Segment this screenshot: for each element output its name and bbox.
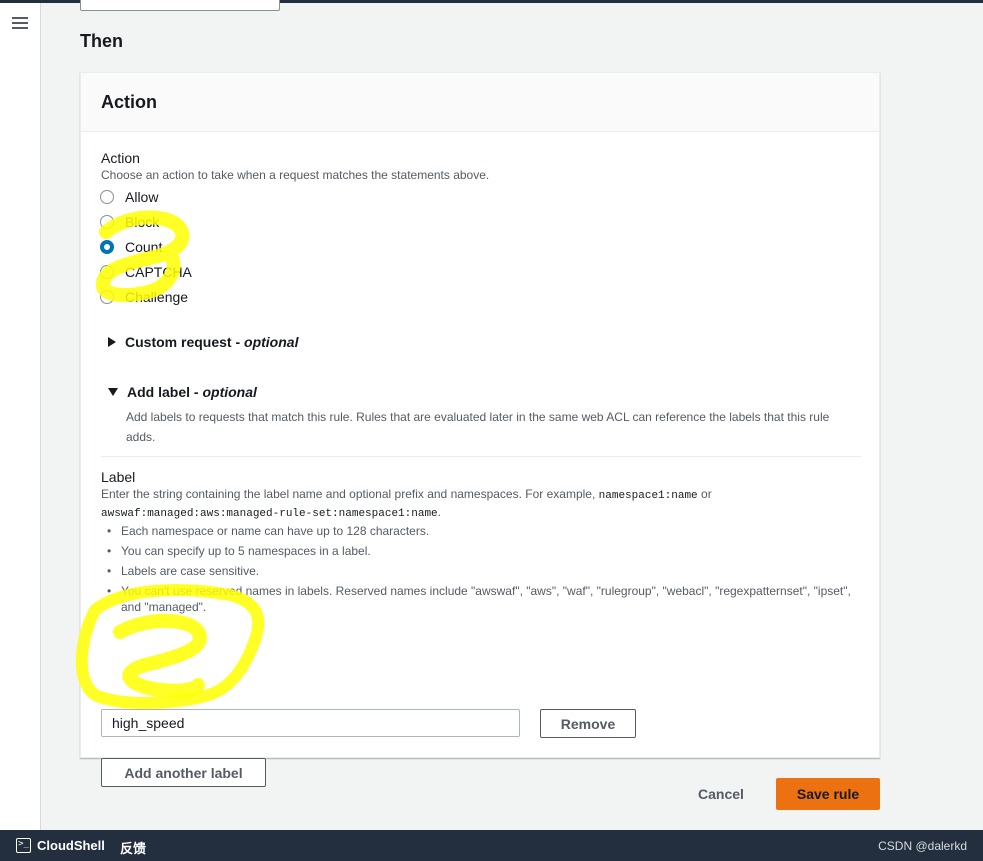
radio-label-challenge: Challenge — [125, 289, 189, 305]
label-desc-prefix: Enter the string containing the label na… — [101, 487, 596, 501]
caret-down-icon — [108, 388, 118, 396]
action-panel: Action Action Choose an action to take w… — [80, 72, 880, 787]
cloudshell-link[interactable]: CloudShell — [37, 838, 105, 853]
cloudshell-icon[interactable]: >_ — [16, 838, 31, 853]
radio-button[interactable] — [100, 190, 114, 204]
label-field-description: Enter the string containing the label na… — [101, 486, 801, 522]
custom-request-title: Custom request — [125, 334, 232, 350]
list-item: Each namespace or name can have up to 12… — [101, 523, 861, 539]
radio-label-count: Count — [125, 239, 163, 255]
label-example-2: awswaf:managed:aws:managed-rule-set:name… — [101, 508, 438, 520]
radio-label-captcha: CAPTCHA — [125, 264, 192, 280]
radio-option-allow[interactable]: Allow — [100, 189, 158, 205]
list-item: You can specify up to 5 namespaces in a … — [101, 543, 861, 559]
feedback-link[interactable]: 反馈 — [120, 838, 146, 857]
custom-request-dash: - — [231, 334, 245, 350]
add-label-description: Add labels to requests that match this r… — [126, 410, 830, 444]
label-rules-list: Each namespace or name can have up to 12… — [101, 523, 861, 619]
radio-button-checked[interactable] — [100, 240, 114, 254]
radio-option-challenge[interactable]: Challenge — [100, 289, 188, 305]
section-divider — [101, 456, 861, 457]
action-panel-title: Action — [81, 73, 879, 132]
label-example-1: namespace1:name — [598, 490, 698, 502]
cancel-button[interactable]: Cancel — [698, 786, 744, 802]
label-desc-period: . — [437, 505, 441, 519]
label-desc-or: or — [701, 487, 712, 501]
add-label-dash: - — [190, 384, 203, 400]
remove-label-button[interactable]: Remove — [540, 709, 636, 738]
radio-label-allow: Allow — [125, 189, 159, 205]
action-field-description: Choose an action to take when a request … — [101, 168, 490, 182]
csdn-watermark: CSDN @dalerkd — [878, 839, 967, 853]
add-label-title: Add label — [127, 384, 191, 400]
radio-option-captcha[interactable]: CAPTCHA — [100, 264, 192, 280]
custom-request-optional: optional — [244, 334, 299, 350]
label-input[interactable] — [101, 709, 520, 737]
custom-request-expander[interactable]: Custom request - optional — [108, 334, 298, 350]
radio-button[interactable] — [100, 290, 114, 304]
bottom-console-bar: >_ CloudShell 反馈 CSDN @dalerkd — [0, 830, 983, 861]
previous-section-input[interactable] — [80, 0, 280, 11]
caret-right-icon — [108, 337, 116, 347]
add-another-label-button[interactable]: Add another label — [101, 758, 266, 787]
side-navigation-rail — [0, 3, 41, 830]
radio-option-block[interactable]: Block — [100, 214, 159, 230]
list-item: You can't use reserved names in labels. … — [101, 583, 861, 615]
add-label-expander[interactable]: Add label - optional — [108, 384, 257, 400]
radio-label-block: Block — [125, 214, 160, 230]
hamburger-menu-icon[interactable] — [12, 17, 28, 31]
add-label-optional: optional — [202, 384, 257, 400]
radio-button[interactable] — [100, 215, 114, 229]
list-item: Labels are case sensitive. — [101, 563, 861, 579]
action-field-label: Action — [101, 150, 140, 166]
save-rule-button[interactable]: Save rule — [776, 778, 880, 810]
then-heading: Then — [80, 31, 123, 51]
radio-option-count[interactable]: Count — [100, 239, 162, 255]
radio-button[interactable] — [100, 265, 114, 279]
label-field-label: Label — [101, 469, 136, 485]
